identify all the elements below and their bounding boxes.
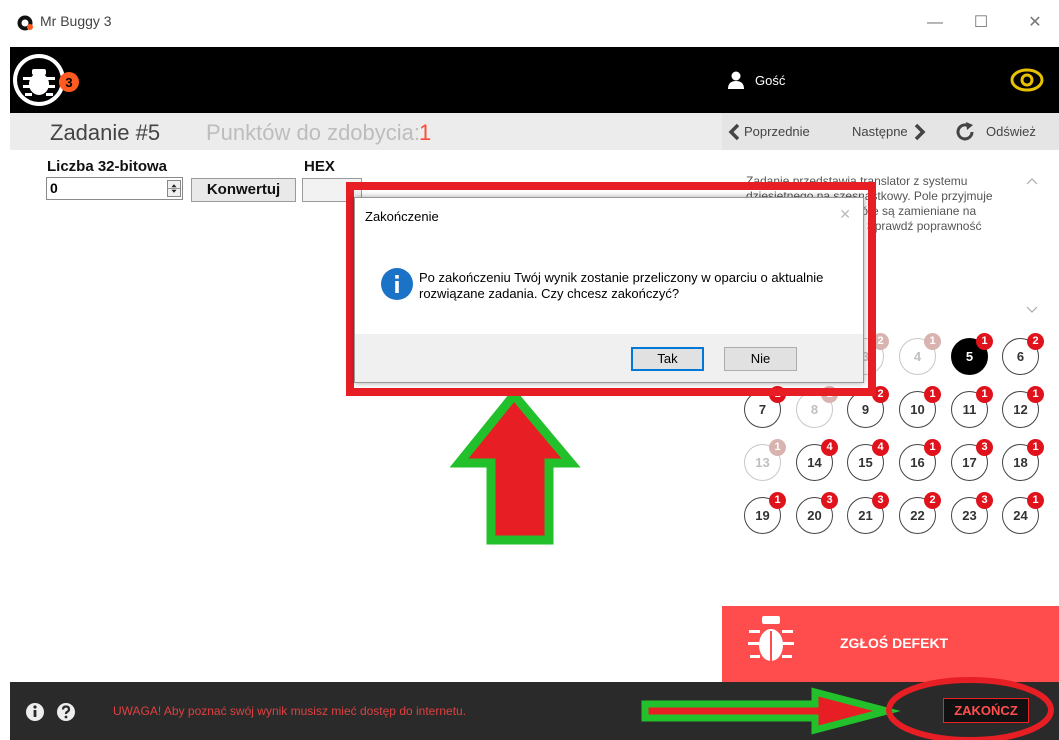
app-window: Mr Buggy 3 — ☐ ✕ 3 Gość Zadanie #5 Punkt… — [0, 0, 1059, 740]
yes-button[interactable]: Tak — [631, 347, 704, 371]
annotation-right-arrow — [641, 687, 901, 735]
dialog-message: Po zakończeniu Twój wynik zostanie przel… — [419, 270, 824, 301]
dialog-footer: Tak Nie — [355, 334, 863, 382]
confirm-dialog: Zakończenie ✕ Po zakończeniu Twój wynik … — [354, 197, 864, 383]
annotation-highlight-ellipse — [886, 677, 1054, 740]
no-button[interactable]: Nie — [724, 347, 797, 371]
info-icon — [381, 268, 413, 300]
dialog-title: Zakończenie — [365, 209, 439, 224]
annotation-up-arrow — [449, 387, 581, 545]
dialog-close-button[interactable]: ✕ — [839, 206, 851, 223]
